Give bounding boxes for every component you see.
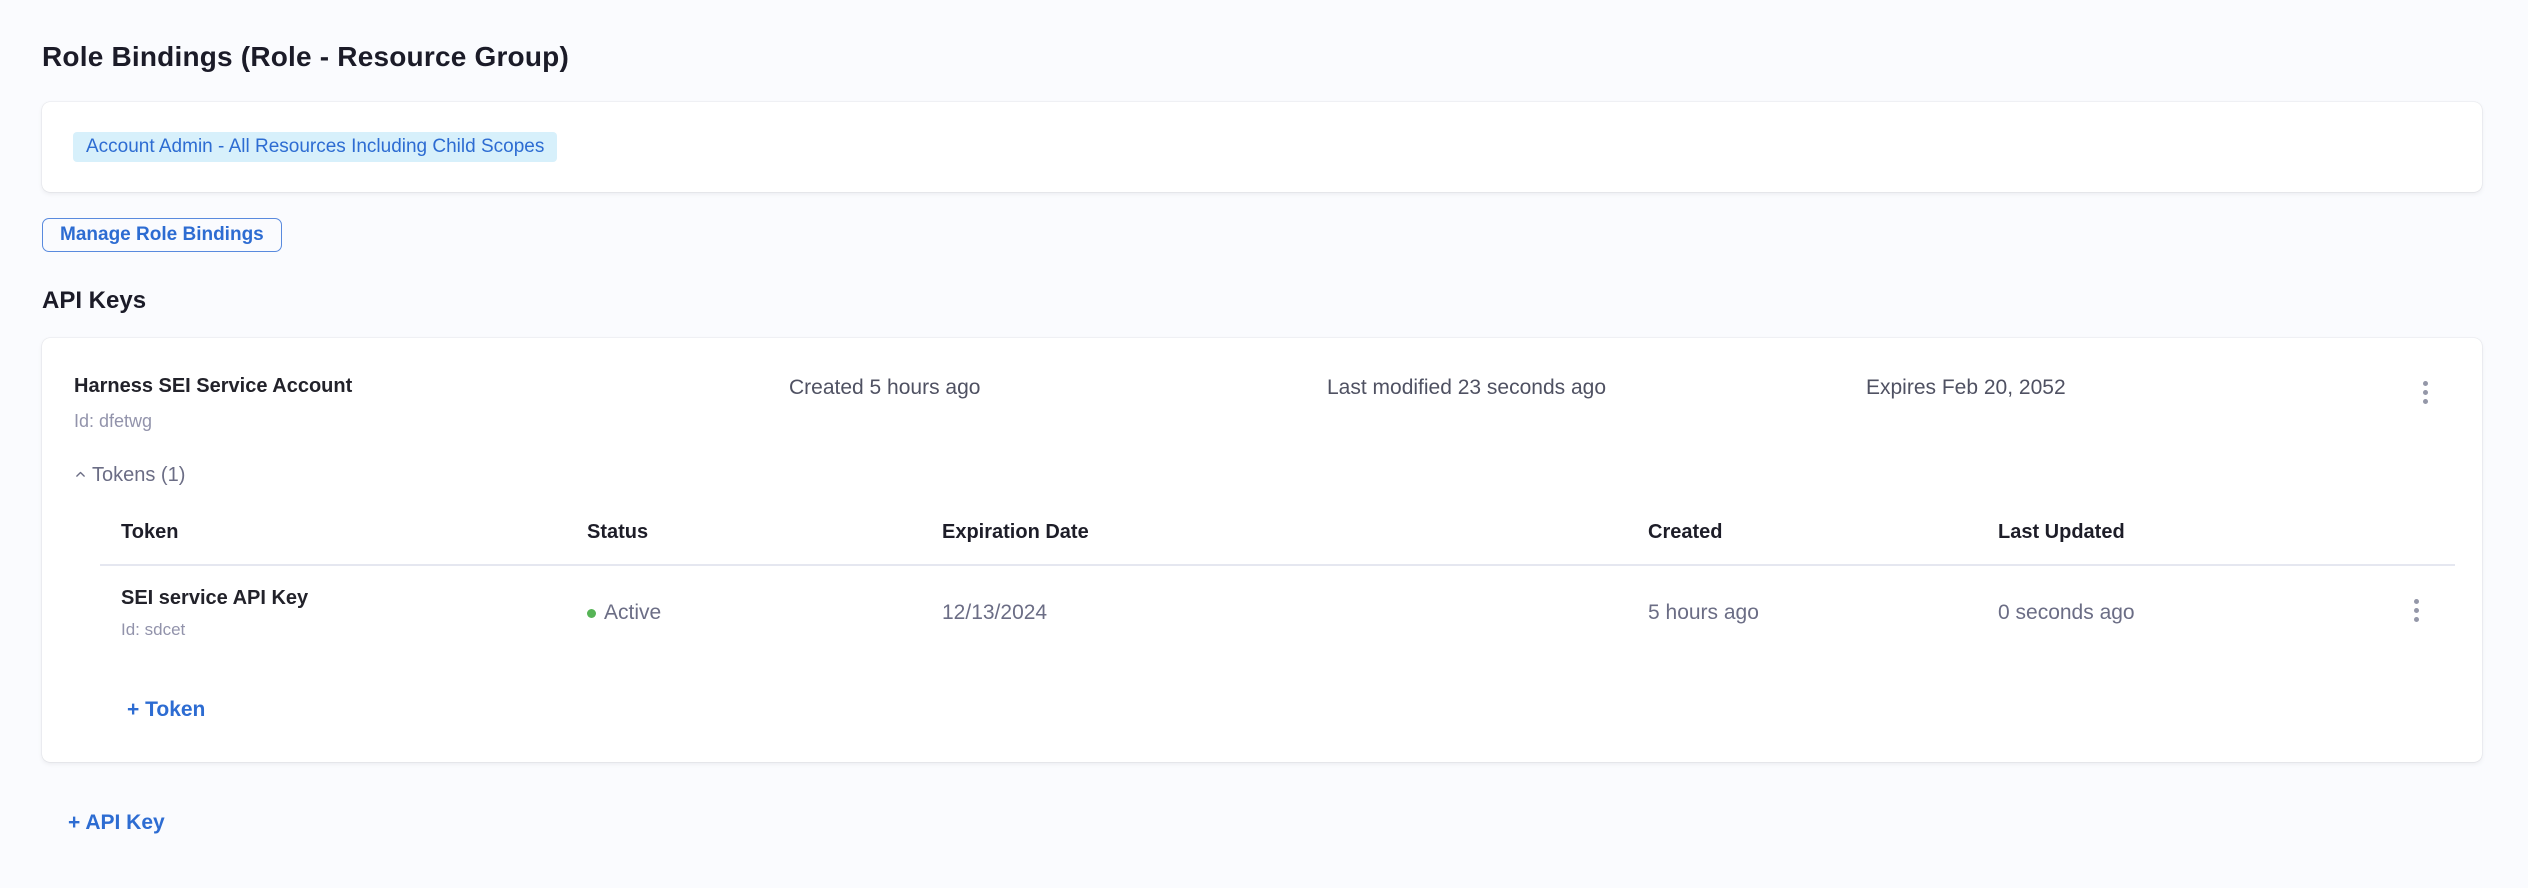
token-row-menu-button[interactable] — [2408, 594, 2425, 627]
api-key-name: Harness SEI Service Account — [74, 374, 789, 398]
column-header-status: Status — [566, 521, 921, 544]
api-key-name-block: Harness SEI Service Account Id: dfetwg — [74, 374, 789, 432]
role-bindings-card: Account Admin - All Resources Including … — [42, 102, 2482, 192]
token-status-cell: Active — [566, 601, 921, 625]
add-token-button[interactable]: + Token — [127, 698, 205, 722]
kebab-menu-icon — [2423, 381, 2428, 404]
token-table-row: SEI service API Key Id: sdcet Active 12/… — [100, 566, 2455, 640]
token-name: SEI service API Key — [121, 586, 566, 610]
api-key-id: Id: dfetwg — [74, 410, 789, 432]
status-dot-icon — [587, 609, 596, 618]
api-key-expires: Expires Feb 20, 2052 — [1866, 374, 2417, 400]
token-table-header-row: Token Status Expiration Date Created Las… — [100, 521, 2455, 566]
token-status-label: Active — [604, 601, 661, 625]
add-api-key-button[interactable]: + API Key — [68, 811, 165, 835]
token-menu-cell — [2408, 586, 2425, 627]
api-key-last-modified: Last modified 23 seconds ago — [1327, 374, 1866, 400]
token-expiration-cell: 12/13/2024 — [921, 601, 1627, 625]
api-key-menu-button[interactable] — [2417, 376, 2434, 409]
kebab-menu-icon — [2414, 599, 2419, 622]
token-name-cell: SEI service API Key Id: sdcet — [100, 586, 566, 640]
manage-role-bindings-button[interactable]: Manage Role Bindings — [42, 218, 282, 252]
column-header-last-updated: Last Updated — [1977, 521, 2365, 544]
api-key-card: Harness SEI Service Account Id: dfetwg C… — [42, 338, 2482, 762]
role-binding-tag: Account Admin - All Resources Including … — [73, 132, 557, 162]
column-header-token: Token — [100, 521, 566, 544]
tokens-collapse-toggle[interactable]: Tokens (1) — [74, 464, 185, 487]
token-id: Id: sdcet — [121, 620, 566, 640]
tokens-toggle-label: Tokens (1) — [92, 464, 185, 487]
api-keys-heading: API Keys — [42, 287, 2482, 315]
chevron-up-icon — [74, 468, 87, 481]
column-header-expiration-date: Expiration Date — [921, 521, 1627, 544]
page-title: Role Bindings (Role - Resource Group) — [42, 40, 2482, 73]
role-bindings-page: Role Bindings (Role - Resource Group) Ac… — [0, 0, 2528, 835]
token-created-cell: 5 hours ago — [1627, 601, 1977, 625]
token-last-updated-cell: 0 seconds ago — [1977, 601, 2365, 625]
token-table: Token Status Expiration Date Created Las… — [100, 521, 2455, 640]
column-header-menu — [2365, 521, 2455, 544]
api-key-created: Created 5 hours ago — [789, 374, 1327, 400]
column-header-created: Created — [1627, 521, 1977, 544]
api-key-meta-row: Harness SEI Service Account Id: dfetwg C… — [74, 374, 2450, 432]
